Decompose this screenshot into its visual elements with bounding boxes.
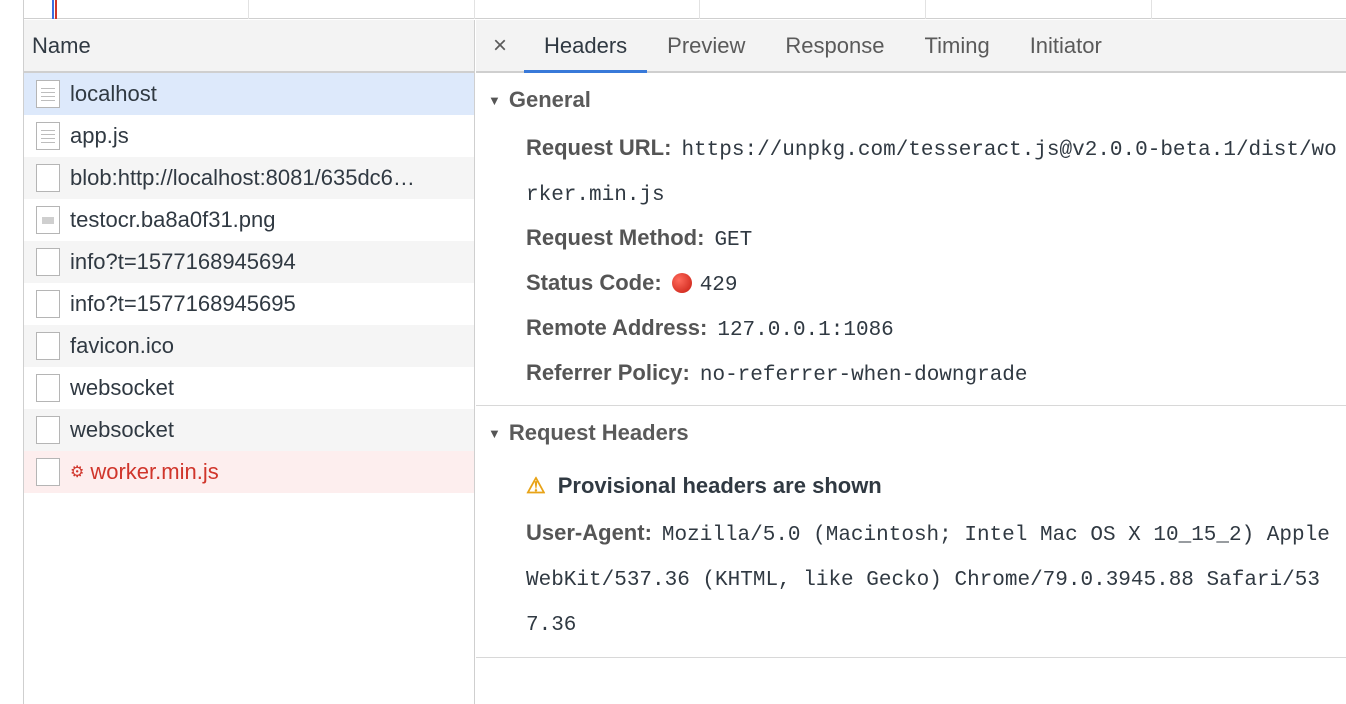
request-name: info?t=1577168945694 <box>70 249 296 274</box>
request-name: localhost <box>70 81 157 106</box>
request-details-panel: × Headers Preview Response Timing Initia… <box>476 20 1346 704</box>
general-section-title: General <box>508 87 591 112</box>
triangle-down-icon: ▼ <box>488 425 501 441</box>
request-name: worker.min.js <box>90 459 219 484</box>
timeline-divider <box>248 0 249 19</box>
status-code-row: Status Code: 429 <box>476 262 1346 307</box>
user-agent-row: User-Agent: Mozilla/5.0 (Macintosh; Intel… <box>476 512 1346 647</box>
general-section: ▼ General Request URL: https://unpkg.com/… <box>476 73 1346 406</box>
request-method-value: GET <box>714 229 753 252</box>
request-name: favicon.ico <box>70 333 174 358</box>
file-icon <box>36 458 60 486</box>
remote-address-row: Remote Address: 127.0.0.1:1086 <box>476 307 1346 352</box>
left-gutter <box>0 0 24 704</box>
file-icon <box>36 248 60 276</box>
request-url-row: Request URL: https://unpkg.com/tesseract.… <box>476 127 1346 217</box>
request-headers-section-title: Request Headers <box>508 420 689 445</box>
request-list: localhost app.js blob:http://localhost:808… <box>24 73 474 493</box>
tab-preview[interactable]: Preview <box>647 20 765 71</box>
request-headers-section: ▼ Request Headers ⚠ Provisional headers a… <box>476 406 1346 658</box>
referrer-policy-value: no-referrer-when-downgrade <box>699 364 1028 387</box>
name-column-header-label: Name <box>32 32 91 58</box>
request-row[interactable]: info?t=1577168945694 <box>24 241 474 283</box>
file-icon <box>36 374 60 402</box>
image-icon <box>36 206 60 234</box>
service-worker-gear-icon: ⚙ <box>70 464 85 481</box>
request-headers-section-toggle[interactable]: ▼ Request Headers <box>476 406 1346 460</box>
request-row[interactable]: websocket <box>24 409 474 451</box>
document-icon <box>36 80 60 108</box>
request-method-label: Request Method: <box>526 225 705 250</box>
name-column-header[interactable]: Name <box>24 20 474 73</box>
referrer-policy-row: Referrer Policy: no-referrer-when-downgra… <box>476 352 1346 397</box>
file-icon <box>36 416 60 444</box>
remote-address-value: 127.0.0.1:1086 <box>717 319 894 342</box>
general-section-toggle[interactable]: ▼ General <box>476 73 1346 127</box>
file-icon <box>36 332 60 360</box>
request-row[interactable]: ⚙ worker.min.js <box>24 451 474 493</box>
request-row[interactable]: info?t=1577168945695 <box>24 283 474 325</box>
close-icon[interactable]: × <box>476 20 524 71</box>
timeline-divider <box>925 0 926 19</box>
triangle-down-icon: ▼ <box>488 92 501 108</box>
timeline-divider <box>1151 0 1152 19</box>
provisional-headers-warning-text: Provisional headers are shown <box>557 473 882 498</box>
tab-response[interactable]: Response <box>765 20 904 71</box>
warning-icon: ⚠ <box>526 473 546 498</box>
timeline-overview[interactable] <box>24 0 1346 19</box>
tab-initiator[interactable]: Initiator <box>1010 20 1122 71</box>
request-row[interactable]: testocr.ba8a0f31.png <box>24 199 474 241</box>
provisional-headers-warning: ⚠ Provisional headers are shown <box>476 460 1346 512</box>
request-name: blob:http://localhost:8081/635dc6… <box>70 165 415 190</box>
referrer-policy-label: Referrer Policy: <box>526 360 690 385</box>
request-row[interactable]: localhost <box>24 73 474 115</box>
request-name: websocket <box>70 417 174 442</box>
request-name-column: Name localhost app.js blob:http://localhos… <box>24 20 475 704</box>
file-icon <box>36 164 60 192</box>
file-icon <box>36 290 60 318</box>
script-icon <box>36 122 60 150</box>
status-error-icon <box>671 273 692 293</box>
request-url-label: Request URL: <box>526 135 672 160</box>
request-name: app.js <box>70 123 129 148</box>
user-agent-label: User-Agent: <box>526 520 652 545</box>
dom-content-loaded-marker <box>52 0 54 19</box>
request-method-row: Request Method: GET <box>476 217 1346 262</box>
status-code-value: 429 <box>699 274 738 297</box>
request-name: websocket <box>70 375 174 400</box>
request-row[interactable]: blob:http://localhost:8081/635dc6… <box>24 157 474 199</box>
tab-timing[interactable]: Timing <box>904 20 1009 71</box>
request-name: testocr.ba8a0f31.png <box>70 207 276 232</box>
load-marker <box>55 0 57 19</box>
status-code-label: Status Code: <box>526 270 662 295</box>
timeline-divider <box>699 0 700 19</box>
request-row[interactable]: app.js <box>24 115 474 157</box>
request-row[interactable]: websocket <box>24 367 474 409</box>
request-name: info?t=1577168945695 <box>70 291 296 316</box>
timeline-divider <box>474 0 475 19</box>
remote-address-label: Remote Address: <box>526 315 708 340</box>
request-row[interactable]: favicon.ico <box>24 325 474 367</box>
tab-headers[interactable]: Headers <box>524 20 648 73</box>
details-tabbar: × Headers Preview Response Timing Initia… <box>476 20 1346 73</box>
